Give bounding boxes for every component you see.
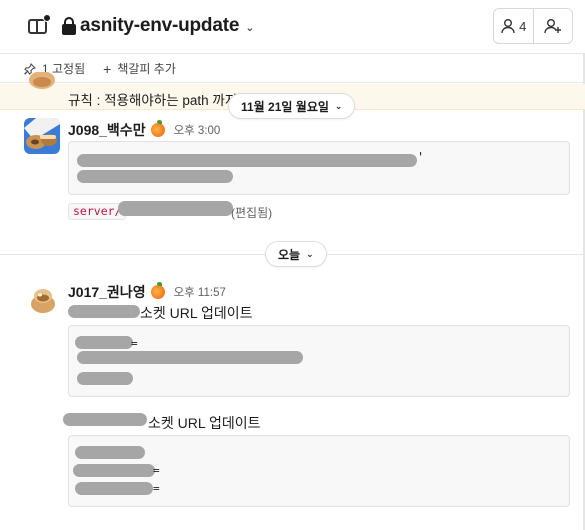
person-icon (501, 19, 515, 34)
panel-toggle-icon[interactable] (26, 14, 52, 38)
redacted-text (73, 464, 155, 477)
redacted-text (75, 336, 133, 349)
add-member-button[interactable] (532, 9, 573, 43)
redacted-text (118, 201, 233, 216)
chevron-down-icon: ⌄ (245, 22, 255, 34)
add-person-icon (544, 19, 561, 34)
message-time[interactable]: 오후 11:57 (174, 284, 226, 300)
redacted-text (75, 482, 153, 495)
avatar[interactable] (28, 286, 58, 314)
add-bookmark-button[interactable]: + 책갈피 추가 (103, 60, 176, 77)
code-block: = (68, 325, 570, 397)
add-bookmark-label: 책갈피 추가 (117, 62, 176, 76)
members-button[interactable]: 4 (494, 9, 533, 43)
edited-label: (편집됨) (231, 206, 273, 220)
avatar[interactable] (24, 118, 60, 154)
code-fragment: = (131, 337, 138, 350)
code-block: = = (68, 435, 570, 507)
date-divider-button[interactable]: 11월 21일 월요일 ⌄ (228, 93, 356, 119)
channel-name: asnity-env-update (80, 15, 240, 36)
date-label: 11월 21일 월요일 (241, 99, 329, 114)
message-text: 소켓 URL 업데이트 (140, 305, 253, 321)
date-label: 오늘 (278, 247, 301, 262)
bookmark-bar: 1 고정됨 + 책갈피 추가 (0, 55, 585, 83)
member-count: 4 (519, 18, 527, 34)
chevron-down-icon: ⌄ (334, 100, 343, 111)
redacted-text (77, 372, 133, 385)
author-name: J098_백수만 (68, 122, 146, 138)
message-author[interactable]: J017_권나영 오후 11:57 (68, 282, 226, 302)
avatar (24, 72, 60, 94)
peach-emoji-icon (150, 120, 165, 137)
channel-header: asnity-env-update ⌄ 4 (0, 0, 585, 54)
message-time[interactable]: 오후 3:00 (174, 122, 221, 138)
plus-icon: + (103, 60, 112, 77)
channel-title[interactable]: asnity-env-update ⌄ (62, 15, 254, 37)
code-fragment: = (153, 464, 160, 477)
redacted-text (77, 154, 417, 167)
redacted-text (75, 446, 145, 459)
message-text: 소켓 URL 업데이트 (148, 415, 261, 431)
chevron-down-icon: ⌄ (306, 248, 314, 259)
redacted-text (68, 305, 140, 318)
code-block: ' (68, 141, 570, 195)
redacted-text (77, 170, 233, 183)
peach-emoji-icon (150, 282, 165, 299)
author-name: J017_권나영 (68, 284, 146, 300)
members-button-group: 4 (493, 8, 573, 44)
redacted-text (77, 351, 303, 364)
code-fragment: = (153, 482, 160, 495)
message-author[interactable]: J098_백수만 오후 3:00 (68, 120, 220, 140)
lock-icon (62, 17, 76, 35)
date-divider-button[interactable]: 오늘 ⌄ (265, 241, 327, 267)
code-fragment: ' (417, 150, 425, 164)
redacted-text (63, 413, 147, 426)
